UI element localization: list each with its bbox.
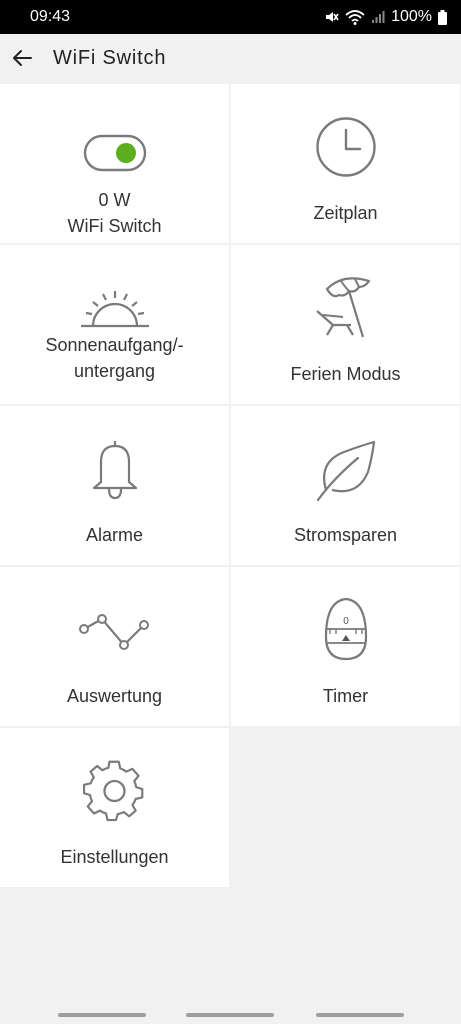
schedule-label: Zeitplan bbox=[313, 203, 378, 223]
beach-umbrella-icon bbox=[315, 277, 370, 338]
status-time: 09:43 bbox=[30, 8, 71, 25]
mute-icon bbox=[326, 12, 339, 22]
battery-icon bbox=[438, 9, 447, 25]
battery-percent: 100% bbox=[391, 8, 432, 25]
signal-icon bbox=[372, 11, 385, 23]
energy-label: Stromsparen bbox=[293, 525, 398, 545]
sunrise-label-line1: Sonnenaufgang/- bbox=[45, 335, 184, 355]
tile-energy-saving[interactable]: Stromsparen bbox=[231, 406, 460, 565]
tile-holiday-mode[interactable]: Ferien Modus bbox=[231, 245, 460, 404]
system-nav-bar bbox=[0, 1000, 461, 1024]
arrow-left-icon bbox=[13, 50, 32, 66]
alarms-label: Alarme bbox=[85, 525, 143, 545]
back-button[interactable] bbox=[2, 38, 42, 78]
tile-alarms[interactable]: Alarme bbox=[0, 406, 229, 565]
sunrise-icon bbox=[80, 291, 149, 328]
sunrise-label: Sonnenaufgang/- untergang bbox=[0, 332, 229, 384]
power-reading: 0 W bbox=[98, 190, 131, 210]
nav-recents-button[interactable] bbox=[58, 1013, 146, 1017]
toggle-on-icon bbox=[83, 134, 146, 172]
gear-icon bbox=[82, 760, 143, 822]
tile-settings[interactable]: Einstellungen bbox=[0, 728, 229, 887]
leaf-icon bbox=[316, 440, 375, 502]
switch-name: WiFi Switch bbox=[67, 216, 162, 236]
holiday-label: Ferien Modus bbox=[290, 364, 401, 384]
tile-sunrise[interactable]: Sonnenaufgang/- untergang bbox=[0, 245, 229, 404]
nav-home-button[interactable] bbox=[186, 1013, 274, 1017]
tile-analysis[interactable]: Auswertung bbox=[0, 567, 229, 726]
tile-schedule[interactable]: Zeitplan bbox=[231, 84, 460, 243]
settings-label: Einstellungen bbox=[60, 847, 169, 867]
app-bar: WiFi Switch bbox=[0, 34, 461, 82]
clock-icon bbox=[315, 117, 376, 177]
wifi-icon bbox=[345, 10, 365, 25]
timer-label: Timer bbox=[322, 686, 369, 706]
page-title: WiFi Switch bbox=[53, 46, 167, 69]
nav-back-button[interactable] bbox=[316, 1013, 404, 1017]
tile-wifi-switch[interactable]: 0 W WiFi Switch bbox=[0, 84, 229, 243]
sunrise-label-line2: untergang bbox=[73, 361, 156, 381]
analysis-label: Auswertung bbox=[66, 686, 163, 706]
switch-label: 0 W WiFi Switch bbox=[0, 187, 229, 239]
status-bar: 09:43 100% bbox=[0, 0, 461, 34]
status-icons: 100% bbox=[323, 8, 447, 26]
egg-timer-icon: 0 bbox=[324, 597, 367, 661]
line-graph-icon bbox=[78, 614, 149, 650]
timer-dial-value: 0 bbox=[343, 616, 349, 627]
bell-icon bbox=[92, 441, 137, 500]
tile-timer[interactable]: 0 Timer bbox=[231, 567, 460, 726]
